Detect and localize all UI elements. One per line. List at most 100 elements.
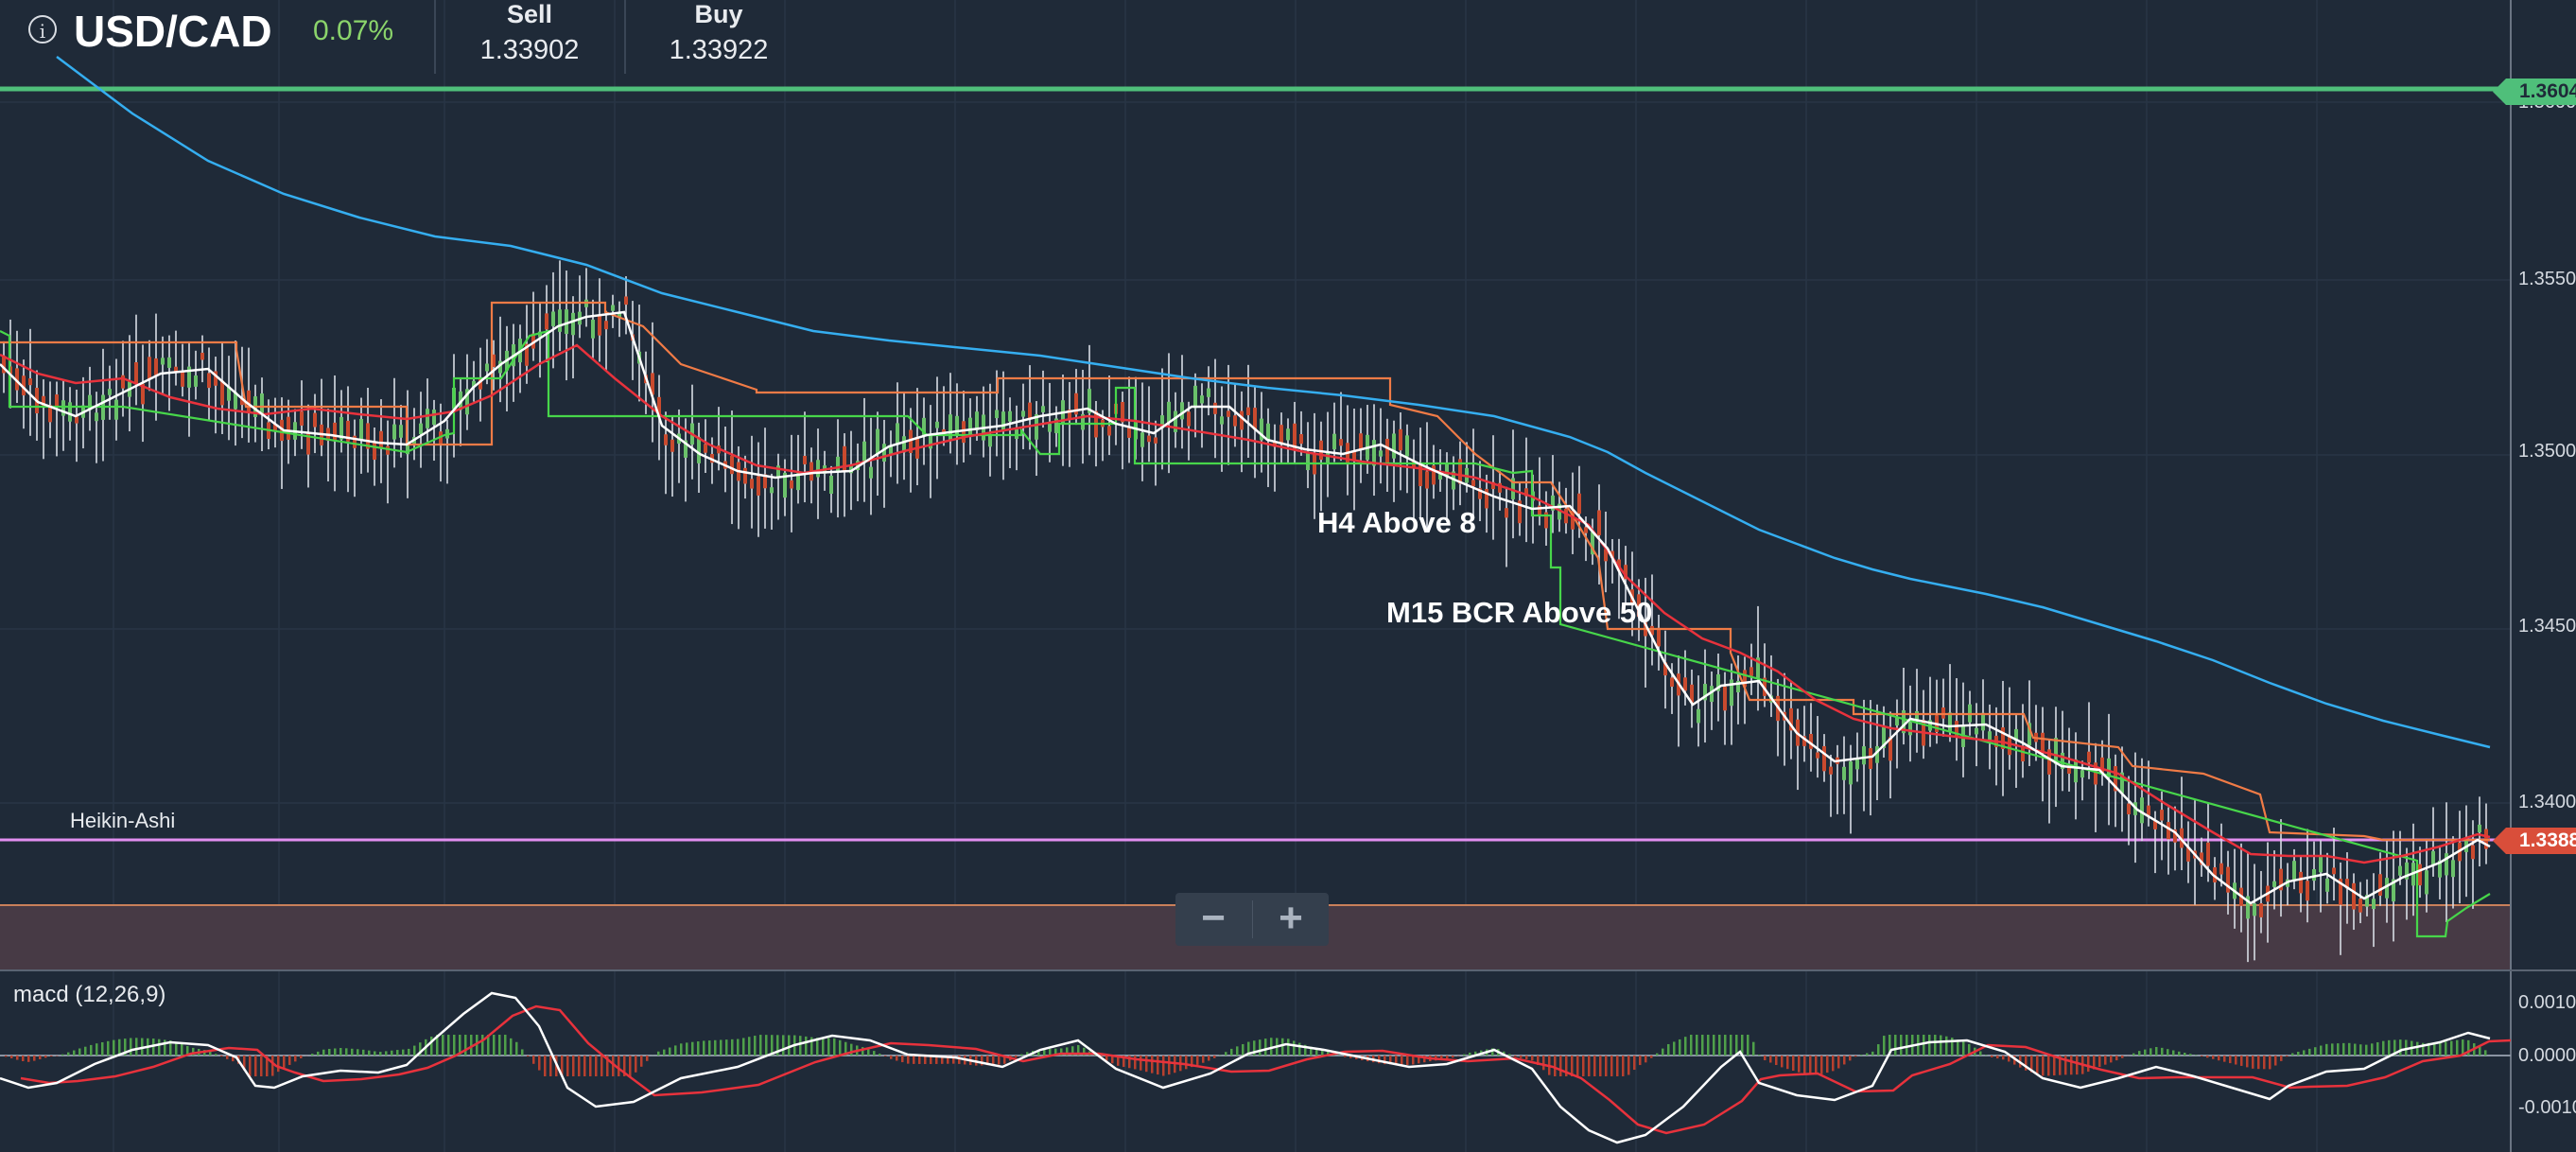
- candle: [1776, 678, 1780, 757]
- candle: [28, 328, 32, 436]
- instrument-header: i USD/CAD 0.07% Sell 1.33902 Buy 1.33922: [0, 0, 832, 74]
- macd-bar: [1747, 1035, 1749, 1056]
- macd-bar: [1264, 1039, 1267, 1056]
- candle: [194, 350, 198, 400]
- candle: [479, 347, 482, 422]
- header-divider: [434, 0, 436, 74]
- candle: [2200, 837, 2203, 877]
- candle: [108, 365, 112, 420]
- candle: [128, 335, 131, 432]
- candle: [723, 426, 727, 493]
- macd-bar: [2257, 1056, 2260, 1070]
- candle: [1220, 386, 1224, 472]
- price-chart[interactable]: [0, 0, 2576, 1152]
- macd-bar: [374, 1051, 376, 1056]
- candle: [1306, 422, 1310, 489]
- candle: [763, 428, 767, 529]
- candle: [2299, 857, 2303, 913]
- candle: [432, 399, 436, 462]
- macd-bar: [1940, 1035, 1942, 1056]
- annotation-h4: H4 Above 8: [1317, 506, 1476, 539]
- candle: [154, 313, 158, 421]
- macd-bar: [2416, 1041, 2419, 1056]
- candle: [558, 260, 562, 352]
- candle: [220, 341, 224, 434]
- macd-bar: [351, 1048, 354, 1056]
- candle: [1279, 412, 1283, 464]
- macd-bar: [10, 1056, 13, 1058]
- header-divider: [624, 0, 626, 74]
- candle: [339, 390, 343, 453]
- macd-bar: [2450, 1040, 2453, 1056]
- macd-bar: [288, 1056, 291, 1065]
- buy-label: Buy: [694, 0, 743, 28]
- macd-bar: [1934, 1035, 1937, 1056]
- candle: [1524, 437, 1528, 543]
- macd-bar: [879, 1053, 881, 1056]
- candle: [1319, 421, 1323, 512]
- candle: [1697, 675, 1700, 747]
- candle: [439, 403, 443, 482]
- buy-button[interactable]: Buy 1.33922: [634, 0, 804, 66]
- chart-stage[interactable]: i USD/CAD 0.07% Sell 1.33902 Buy 1.33922…: [0, 0, 2576, 1152]
- candle: [1902, 668, 1906, 745]
- macd-bar: [2291, 1053, 2294, 1056]
- macd-bar: [1520, 1056, 1523, 1058]
- macd-bar: [1945, 1036, 1948, 1056]
- macd-bar: [61, 1054, 64, 1056]
- candle: [1749, 643, 1753, 695]
- macd-bar: [1208, 1056, 1210, 1061]
- price-axis-label: 1.3550: [2518, 269, 2576, 289]
- candle: [1663, 630, 1667, 709]
- macd-bar: [73, 1050, 76, 1056]
- candle: [697, 422, 701, 493]
- macd-bar: [2036, 1056, 2039, 1074]
- candle: [1981, 679, 1985, 742]
- macd-bar: [657, 1051, 660, 1056]
- zoom-out-button[interactable]: −: [1175, 893, 1251, 946]
- candle: [1511, 429, 1515, 539]
- macd-bar: [2280, 1056, 2283, 1061]
- macd-bar: [725, 1039, 728, 1056]
- macd-bar: [2087, 1056, 2090, 1073]
- macd-bar: [130, 1038, 132, 1056]
- macd-bar: [1803, 1056, 1806, 1073]
- macd-bar: [2184, 1053, 2186, 1056]
- candle: [1313, 412, 1316, 519]
- macd-bar: [765, 1035, 768, 1056]
- macd-bar: [2076, 1056, 2079, 1075]
- candle: [1710, 671, 1714, 730]
- macd-bar: [1219, 1055, 1222, 1056]
- macd-bar: [283, 1056, 286, 1069]
- candle: [604, 310, 608, 371]
- macd-bar: [1900, 1035, 1903, 1056]
- macd-bar: [1662, 1048, 1664, 1056]
- info-icon[interactable]: i: [28, 15, 57, 44]
- macd-bar: [1985, 1055, 1988, 1056]
- sell-button[interactable]: Sell 1.33902: [444, 0, 615, 66]
- candle: [1941, 678, 1945, 737]
- macd-bar: [135, 1038, 138, 1056]
- macd-bar: [850, 1043, 853, 1056]
- candle: [2219, 823, 2223, 887]
- macd-bar: [578, 1056, 581, 1076]
- macd-axis-label: 0.0000: [2518, 1045, 2576, 1066]
- macd-bar: [101, 1042, 104, 1056]
- macd-bar: [1792, 1056, 1795, 1072]
- macd-bar: [1213, 1056, 1216, 1058]
- symbol-title[interactable]: USD/CAD: [74, 6, 272, 57]
- zoom-in-button[interactable]: +: [1253, 893, 1329, 946]
- fast-moving-average: [0, 310, 2491, 905]
- macd-bar: [1639, 1056, 1642, 1066]
- macd-bar: [1140, 1056, 1142, 1071]
- macd-bar: [1701, 1035, 1704, 1056]
- candle: [101, 348, 105, 462]
- macd-bar: [2314, 1047, 2317, 1056]
- candle: [1107, 375, 1111, 456]
- candle: [770, 473, 774, 530]
- macd-bar: [544, 1056, 547, 1076]
- macd-bar: [271, 1056, 274, 1076]
- macd-bar: [572, 1056, 575, 1076]
- candle: [1359, 408, 1363, 483]
- macd-bar: [867, 1048, 870, 1056]
